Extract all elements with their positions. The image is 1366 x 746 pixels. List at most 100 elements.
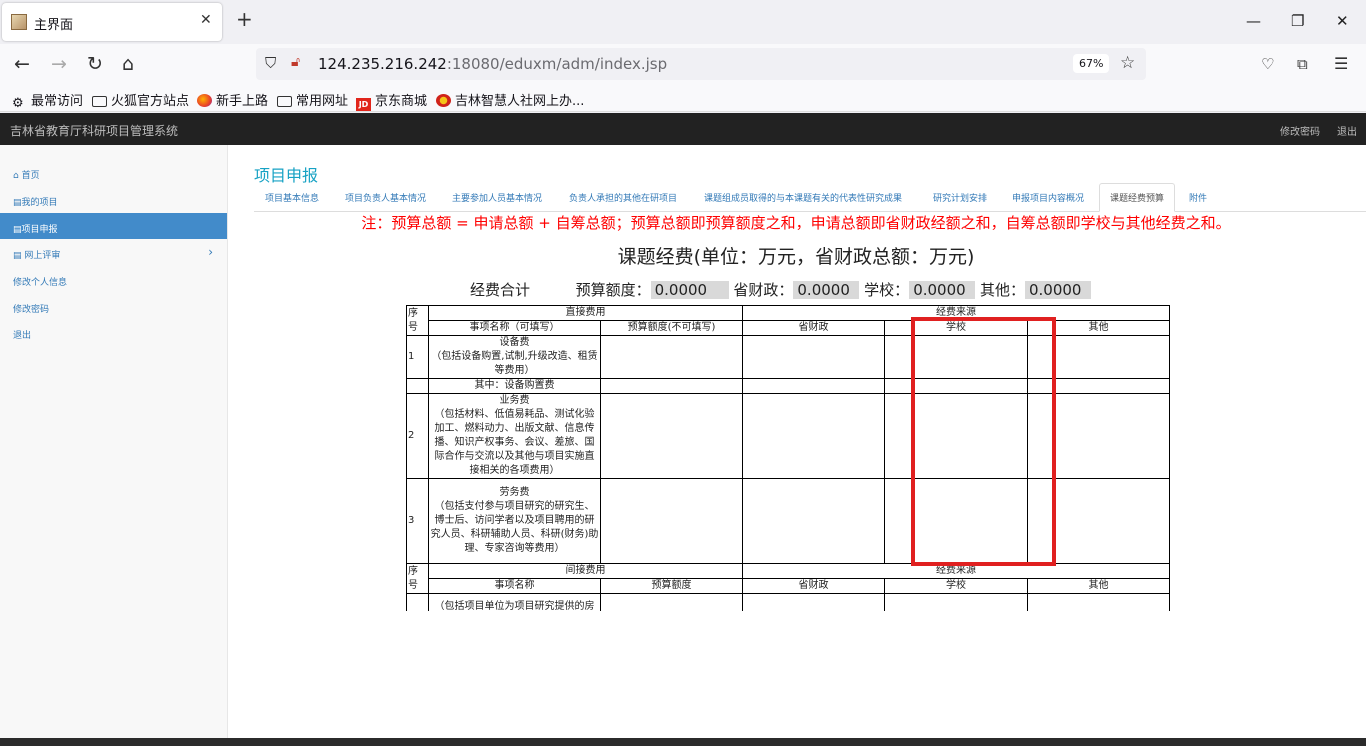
list-icon: ▤ [13,251,25,261]
home-icon[interactable]: ⌂ [122,54,134,74]
bookmarks-toolbar: ⚙ 最常访问 火狐官方站点 新手上路 常用网址 JD 京东商城 吉林智慧人社网上办.… [0,84,1366,112]
jd-icon: JD [356,98,371,111]
sidebar-item-home[interactable]: ⌂ 首页 [0,159,227,185]
folder-icon [92,96,107,107]
os-taskbar [0,738,1366,746]
browser-tab-strip: 主界面 ✕ + — ❐ ✕ [0,0,1366,44]
shield-icon[interactable]: ⛉ [265,54,276,72]
province-input-cell[interactable] [742,378,885,394]
restore-icon[interactable]: ❐ [1291,12,1304,30]
minimize-icon[interactable]: — [1246,12,1261,30]
bookmark-star-icon[interactable]: ☆ [1120,53,1135,73]
back-icon[interactable]: ← [14,54,30,74]
budget-content: 注：预算总额 = 申请总额 + 自筹总额；预算总额即预算额度之和，申请总额即省财… [254,212,1338,611]
pocket-icon[interactable]: ♡ [1261,54,1274,74]
col-item-name: 事项名称（可填写） [428,320,601,336]
bookmark-jilin-hr[interactable]: 吉林智慧人社网上办... [436,90,584,109]
tab-close-icon[interactable]: ✕ [200,12,212,28]
tab-participants[interactable]: 主要参加人员基本情况 [452,191,542,204]
sidebar-item-change-password[interactable]: 修改密码 [0,293,227,319]
app-title: 吉林省教育厅科研项目管理系统 [10,124,179,138]
sidebar-item-project-apply[interactable]: ▤项目申报 [0,213,227,239]
new-tab-button[interactable]: + [236,9,253,29]
budget-cell [600,593,743,611]
menu-icon[interactable]: ☰ [1334,54,1348,74]
emblem-icon [436,94,451,107]
row-item-labor: 劳务费 （包括支付参与项目研究的研究生、博士后、访问学者以及项目聘用的研究人员、… [428,478,601,564]
bookmark-jd[interactable]: JD 京东商城 [356,90,427,111]
row-item-business: 业务费 （包括材料、低值易耗品、测试化验加工、燃料动力、出版文献、信息传播、知识… [428,393,601,479]
logout-link[interactable]: 退出 [1337,123,1357,138]
col-budget: 预算额度(不可填写) [600,320,743,336]
bookmark-firefox-site[interactable]: 火狐官方站点 [92,90,189,109]
main-panel: 项目申报 项目基本信息 项目负责人基本情况 主要参加人员基本情况 负责人承担的其… [228,145,1366,746]
tab-content-overview[interactable]: 申报项目内容概况 [1012,191,1084,204]
budget-amount-label: 预算额度： [575,281,651,299]
browser-nav-bar: ← → ↻ ⌂ ⛉ 🔓︎ 124.235.216.242:18080/eduxm… [0,44,1366,84]
other-amount-value: 0.0000 [1024,281,1091,299]
province-input-cell[interactable] [742,393,885,479]
tab-title: 主界面 [34,18,74,33]
col2-item-name: 事项名称 [428,578,601,594]
tab-budget[interactable]: 课题经费预算 [1099,183,1176,212]
school-amount-value: 0.0000 [909,281,976,299]
sidebar-item-edit-profile[interactable]: 修改个人信息 [0,266,227,292]
zoom-indicator[interactable]: 67% [1073,54,1110,73]
budget-note: 注：预算总额 = 申请总额 + 自筹总额；预算总额即预算额度之和，申请总额即省财… [361,214,1231,232]
section-tabs: 项目基本信息 项目负责人基本情况 主要参加人员基本情况 负责人承担的其他在研项目… [254,183,1366,212]
forward-icon[interactable]: → [51,54,67,74]
tab-other-projects[interactable]: 负责人承担的其他在研项目 [569,191,677,204]
row-item-equipment-purchase: 其中：设备购置费 [428,378,601,394]
sidebar-item-my-projects[interactable]: ▤我的项目 [0,186,227,212]
school-input-cell[interactable] [884,593,1028,611]
reload-icon[interactable]: ↻ [87,54,103,74]
tab-research-plan[interactable]: 研究计划安排 [933,191,987,204]
province-input-cell[interactable] [742,478,885,564]
tab-achievements[interactable]: 课题组成员取得的与本课题有关的代表性研究成果 [704,191,902,204]
budget-cell [600,393,743,479]
row-item-equipment: 设备费 （包括设备购置,试制,升级改造、租赁等费用） [428,335,601,379]
col2-province: 省财政 [742,578,885,594]
bookmark-most-visited[interactable]: ⚙ 最常访问 [12,90,83,111]
table-row: （包括项目单位为项目研究提供的房屋占用、日常水、电、气、暖消耗 [406,593,1170,611]
url-text[interactable]: 124.235.216.242:18080/eduxm/adm/index.js… [318,55,667,73]
col2-budget: 预算额度 [600,578,743,594]
firefox-icon [197,94,212,107]
col2-other: 其他 [1027,578,1170,594]
list-icon: ▤ [13,225,22,235]
summary-label: 经费合计 [470,281,531,299]
seq-header: 序号 [406,305,429,336]
budget-cell [600,478,743,564]
budget-cell [600,378,743,394]
province-amount-label: 省财政： [733,281,794,299]
gear-icon: ⚙ [12,96,24,111]
window-close-icon[interactable]: ✕ [1336,12,1349,30]
col-province: 省财政 [742,320,885,336]
other-amount-label: 其他： [979,281,1025,299]
tab-attachments[interactable]: 附件 [1189,191,1207,204]
other-input-cell[interactable] [1027,593,1170,611]
browser-tab[interactable]: 主界面 ✕ [2,3,222,41]
page-favicon-icon [11,14,27,30]
tab-basic-info[interactable]: 项目基本信息 [265,191,319,204]
budget-summary: 经费合计 预算额度： 0.0000 省财政： 0.0000 学校： 0.0000 其他… [470,279,1091,300]
app-header: 吉林省教育厅科研项目管理系统 修改密码 退出 [0,113,1366,145]
extensions-icon[interactable]: ⧉ [1297,54,1308,74]
chevron-right-icon: › [208,245,213,259]
school-column-highlight [911,317,1056,566]
budget-amount-value: 0.0000 [650,281,729,299]
tab-leader-info[interactable]: 项目负责人基本情况 [345,191,426,204]
sidebar-item-logout[interactable]: 退出 [0,319,227,345]
bookmark-common-sites[interactable]: 常用网址 [277,90,348,109]
seq-header-2: 序号 [406,563,429,594]
change-password-link[interactable]: 修改密码 [1280,123,1320,138]
bookmark-getting-started[interactable]: 新手上路 [197,90,268,109]
col2-school: 学校 [884,578,1028,594]
url-bar[interactable]: ⛉ 🔓︎ 124.235.216.242:18080/eduxm/adm/ind… [256,48,1146,80]
province-input-cell[interactable] [742,593,885,611]
province-input-cell[interactable] [742,335,885,379]
province-amount-value: 0.0000 [793,281,860,299]
insecure-lock-icon[interactable]: 🔓︎ [291,54,300,70]
sidebar-item-online-review[interactable]: ▤ 网上评审 › [0,239,227,265]
direct-cost-header: 直接费用 [428,305,743,321]
